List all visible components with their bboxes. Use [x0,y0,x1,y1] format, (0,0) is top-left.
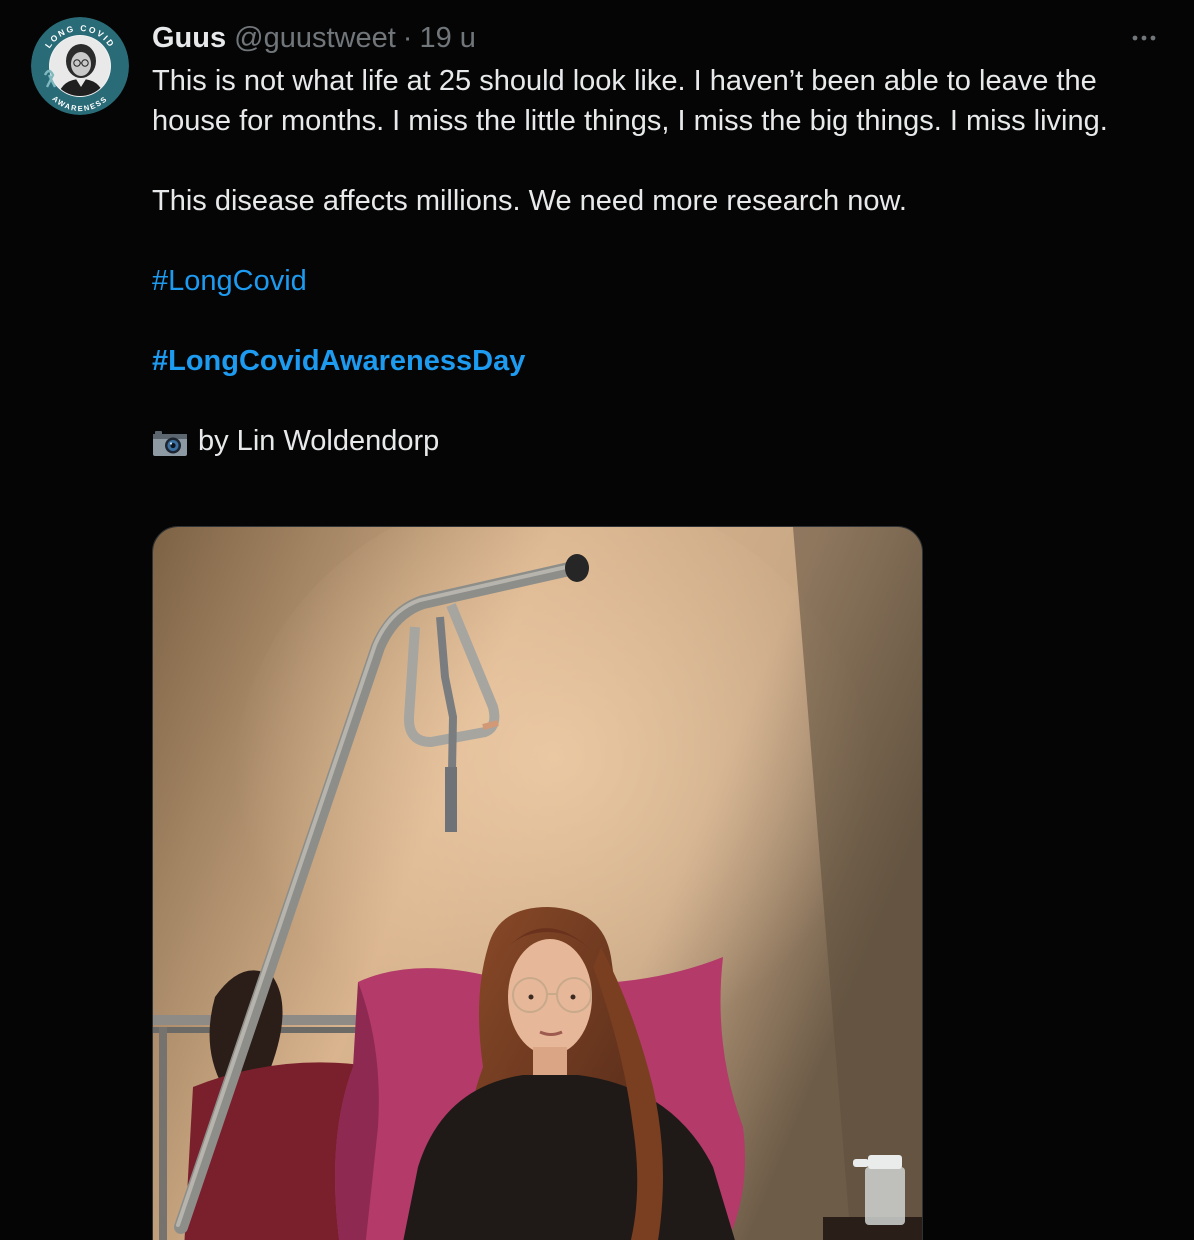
tweet-text: This is not what life at 25 should look … [152,61,1172,461]
tweet-paragraph: This is not what life at 25 should look … [152,65,1108,137]
camera-icon [152,428,188,456]
avatar-image: LONG COVID AWARENESS [31,17,129,115]
separator-dot: · [402,21,413,54]
hashtag-link[interactable]: #LongCovidAwarenessDay [152,345,525,377]
tweet: LONG COVID AWARENESS Guus @guustweet · 1… [0,0,1194,1240]
avatar[interactable]: LONG COVID AWARENESS [31,17,129,115]
credit-text: by Lin Woldendorp [198,425,440,457]
timestamp[interactable]: 19 u [419,22,475,55]
tweet-header: Guus @guustweet · 19 u [152,20,476,56]
more-options-button[interactable] [1126,28,1162,48]
tweet-paragraph: This disease affects millions. We need m… [152,185,907,217]
hashtag-link[interactable]: #LongCovid [152,265,307,297]
tweet-photo[interactable] [152,526,923,1240]
more-icon [1132,35,1156,41]
photo-image [153,527,922,1240]
photo-credit: by Lin Woldendorp [152,421,1172,461]
display-name[interactable]: Guus [152,22,226,55]
user-handle[interactable]: @guustweet [234,22,396,55]
